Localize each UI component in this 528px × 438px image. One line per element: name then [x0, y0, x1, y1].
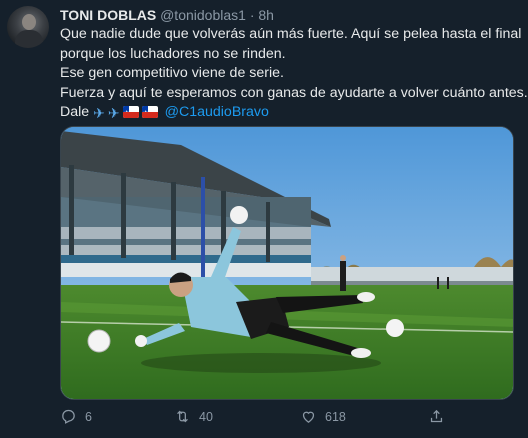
tweet-photo[interactable] [60, 126, 514, 400]
author-handle[interactable]: @tonidoblas1 [160, 7, 246, 23]
tweet-line: Que nadie dude que volverás aún más fuer… [60, 26, 522, 42]
goalkeeper-photo [61, 127, 513, 399]
like-button[interactable]: 618 [300, 408, 346, 425]
share-icon [430, 409, 443, 423]
retweet-count: 40 [199, 409, 213, 424]
airplane-icon: ✈ [107, 105, 120, 121]
tweet-prefix: Dale [60, 104, 90, 120]
tweet-last-line: Dale ✈✈★★ @C1audioBravo [60, 103, 520, 124]
tweet[interactable]: TONI DOBLAS @tonidoblas1 · 8h Que nadie … [0, 0, 528, 438]
avatar-body [15, 30, 43, 48]
avatar[interactable] [7, 6, 49, 48]
share-button[interactable] [428, 408, 445, 425]
avatar-head [22, 14, 36, 30]
author-name[interactable]: TONI DOBLAS [60, 7, 156, 23]
tweet-time[interactable]: 8h [258, 7, 274, 23]
tweet-line: Fuerza y aquí te esperamos con ganas de … [60, 84, 528, 101]
chile-flag-icon: ★ [122, 106, 139, 118]
tweet-actions: 6 40 618 [60, 408, 520, 430]
like-count: 618 [325, 409, 346, 424]
separator: · [249, 7, 255, 23]
retweet-button[interactable]: 40 [174, 408, 213, 425]
tweet-header: TONI DOBLAS @tonidoblas1 · 8h [60, 7, 274, 24]
chile-flag-icon: ★ [141, 106, 158, 118]
reply-icon [62, 409, 75, 424]
retweet-icon [177, 410, 188, 423]
tweet-line: Ese gen competitivo viene de serie. [60, 65, 284, 81]
airplane-icon: ✈ [93, 105, 105, 121]
tweet-line: porque los luchadores no se rinden. [60, 45, 286, 62]
reply-button[interactable]: 6 [60, 408, 92, 425]
mention-link[interactable]: @C1audioBravo [165, 104, 269, 120]
tweet-text: Que nadie dude que volverás aún más fuer… [60, 25, 528, 124]
heart-icon [302, 411, 315, 423]
reply-count: 6 [85, 409, 92, 424]
